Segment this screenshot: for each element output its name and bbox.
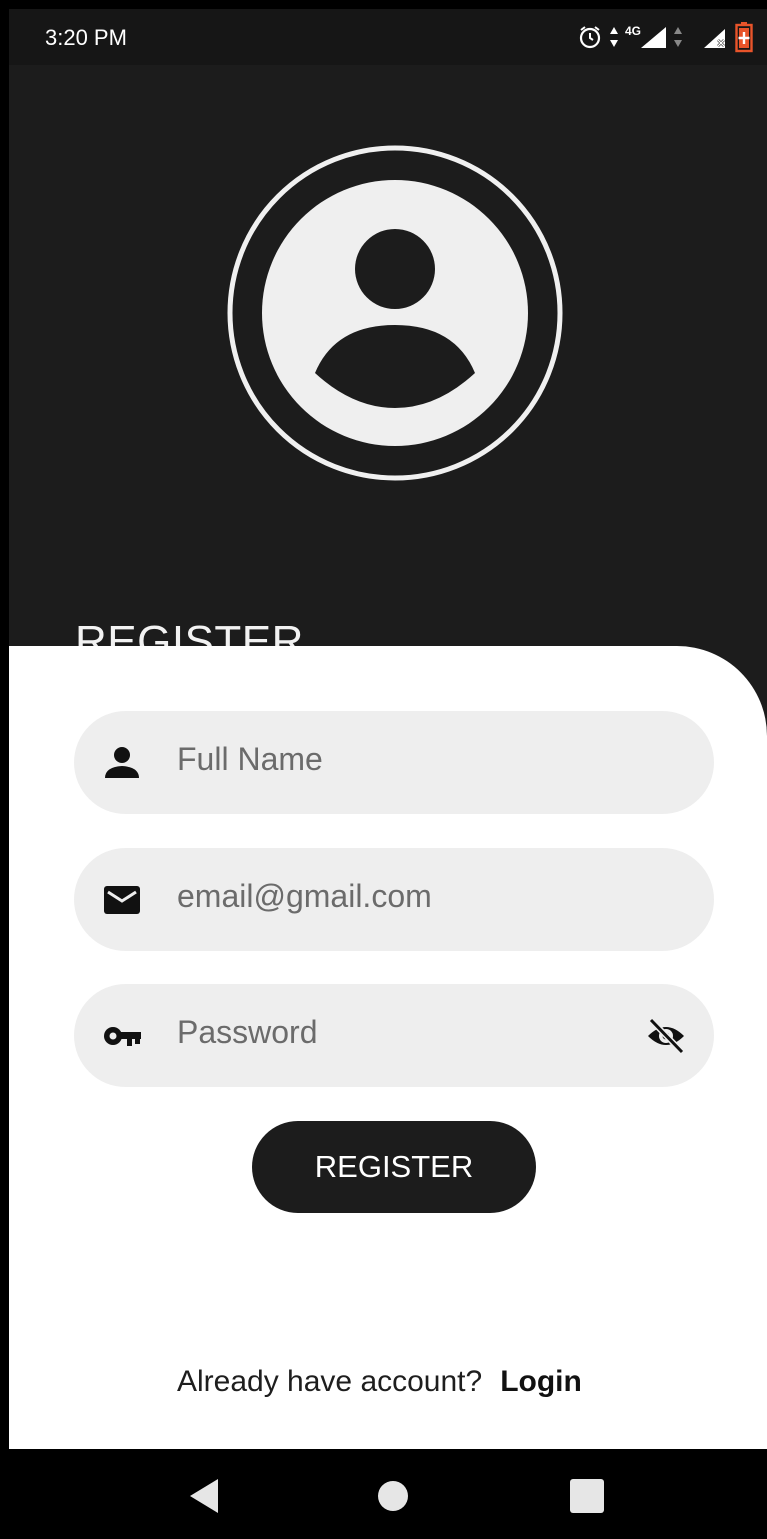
- login-prompt-text: Already have account?: [177, 1365, 483, 1398]
- register-button[interactable]: REGISTER: [252, 1121, 536, 1213]
- status-time: 3:20 PM: [45, 25, 127, 50]
- data-arrows-icon: [609, 27, 618, 47]
- alarm-icon: [579, 26, 601, 49]
- system-nav-bar: [9, 1449, 767, 1539]
- email-placeholder: email@gmail.com: [177, 878, 432, 914]
- visibility-off-icon[interactable]: [646, 1016, 686, 1056]
- person-icon: [105, 747, 139, 778]
- key-icon: [104, 1027, 141, 1046]
- home-icon[interactable]: [368, 1471, 418, 1521]
- login-prompt-row: Already have account? Login: [177, 1365, 582, 1399]
- app-frame: 3:20 PM 4G REGISTER Full Name email@gmai…: [9, 9, 767, 1539]
- battery-charging-icon: [735, 22, 753, 53]
- mail-icon: [104, 886, 140, 914]
- status-icons: 4G: [577, 19, 753, 55]
- data-arrows-icon-2: [674, 27, 682, 47]
- full-name-placeholder: Full Name: [177, 741, 323, 777]
- register-form-card: Full Name email@gmail.com Password REGIS…: [9, 646, 767, 1449]
- full-name-field[interactable]: Full Name: [74, 711, 714, 814]
- 4g-signal-icon: [641, 27, 666, 48]
- login-link[interactable]: Login: [500, 1365, 582, 1399]
- status-bar: 3:20 PM 4G: [9, 9, 767, 65]
- password-placeholder: Password: [177, 1014, 318, 1050]
- account-circle-icon: [227, 145, 563, 486]
- no-sim-signal-icon: [704, 29, 725, 48]
- back-icon[interactable]: [182, 1471, 232, 1521]
- recents-icon[interactable]: [562, 1471, 612, 1521]
- email-field[interactable]: email@gmail.com: [74, 848, 714, 951]
- password-field[interactable]: Password: [74, 984, 714, 1087]
- header: REGISTER: [9, 65, 767, 666]
